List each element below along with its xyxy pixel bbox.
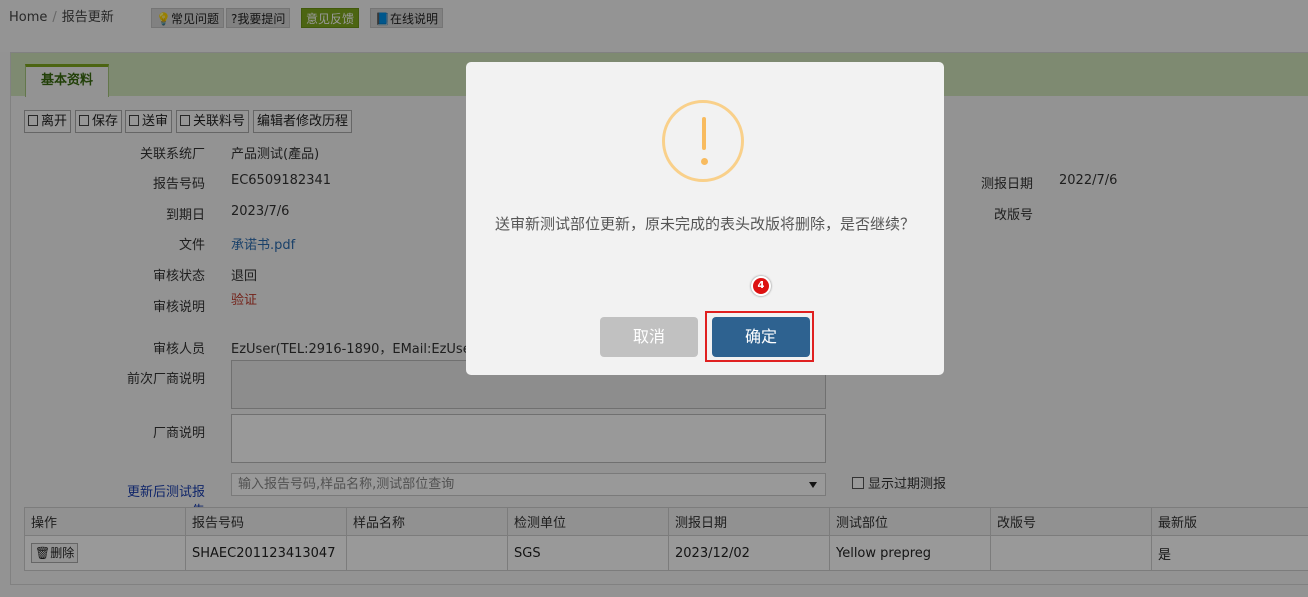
dialog-message: 送审新测试部位更新，原未完成的表头改版将删除，是否继续？ <box>494 215 915 233</box>
warning-dot <box>701 158 708 165</box>
step-badge: 4 <box>751 276 771 296</box>
highlight-box <box>705 311 814 362</box>
cancel-button[interactable]: 取消 <box>600 317 698 357</box>
warning-bar <box>702 117 706 150</box>
warning-icon <box>662 100 744 182</box>
